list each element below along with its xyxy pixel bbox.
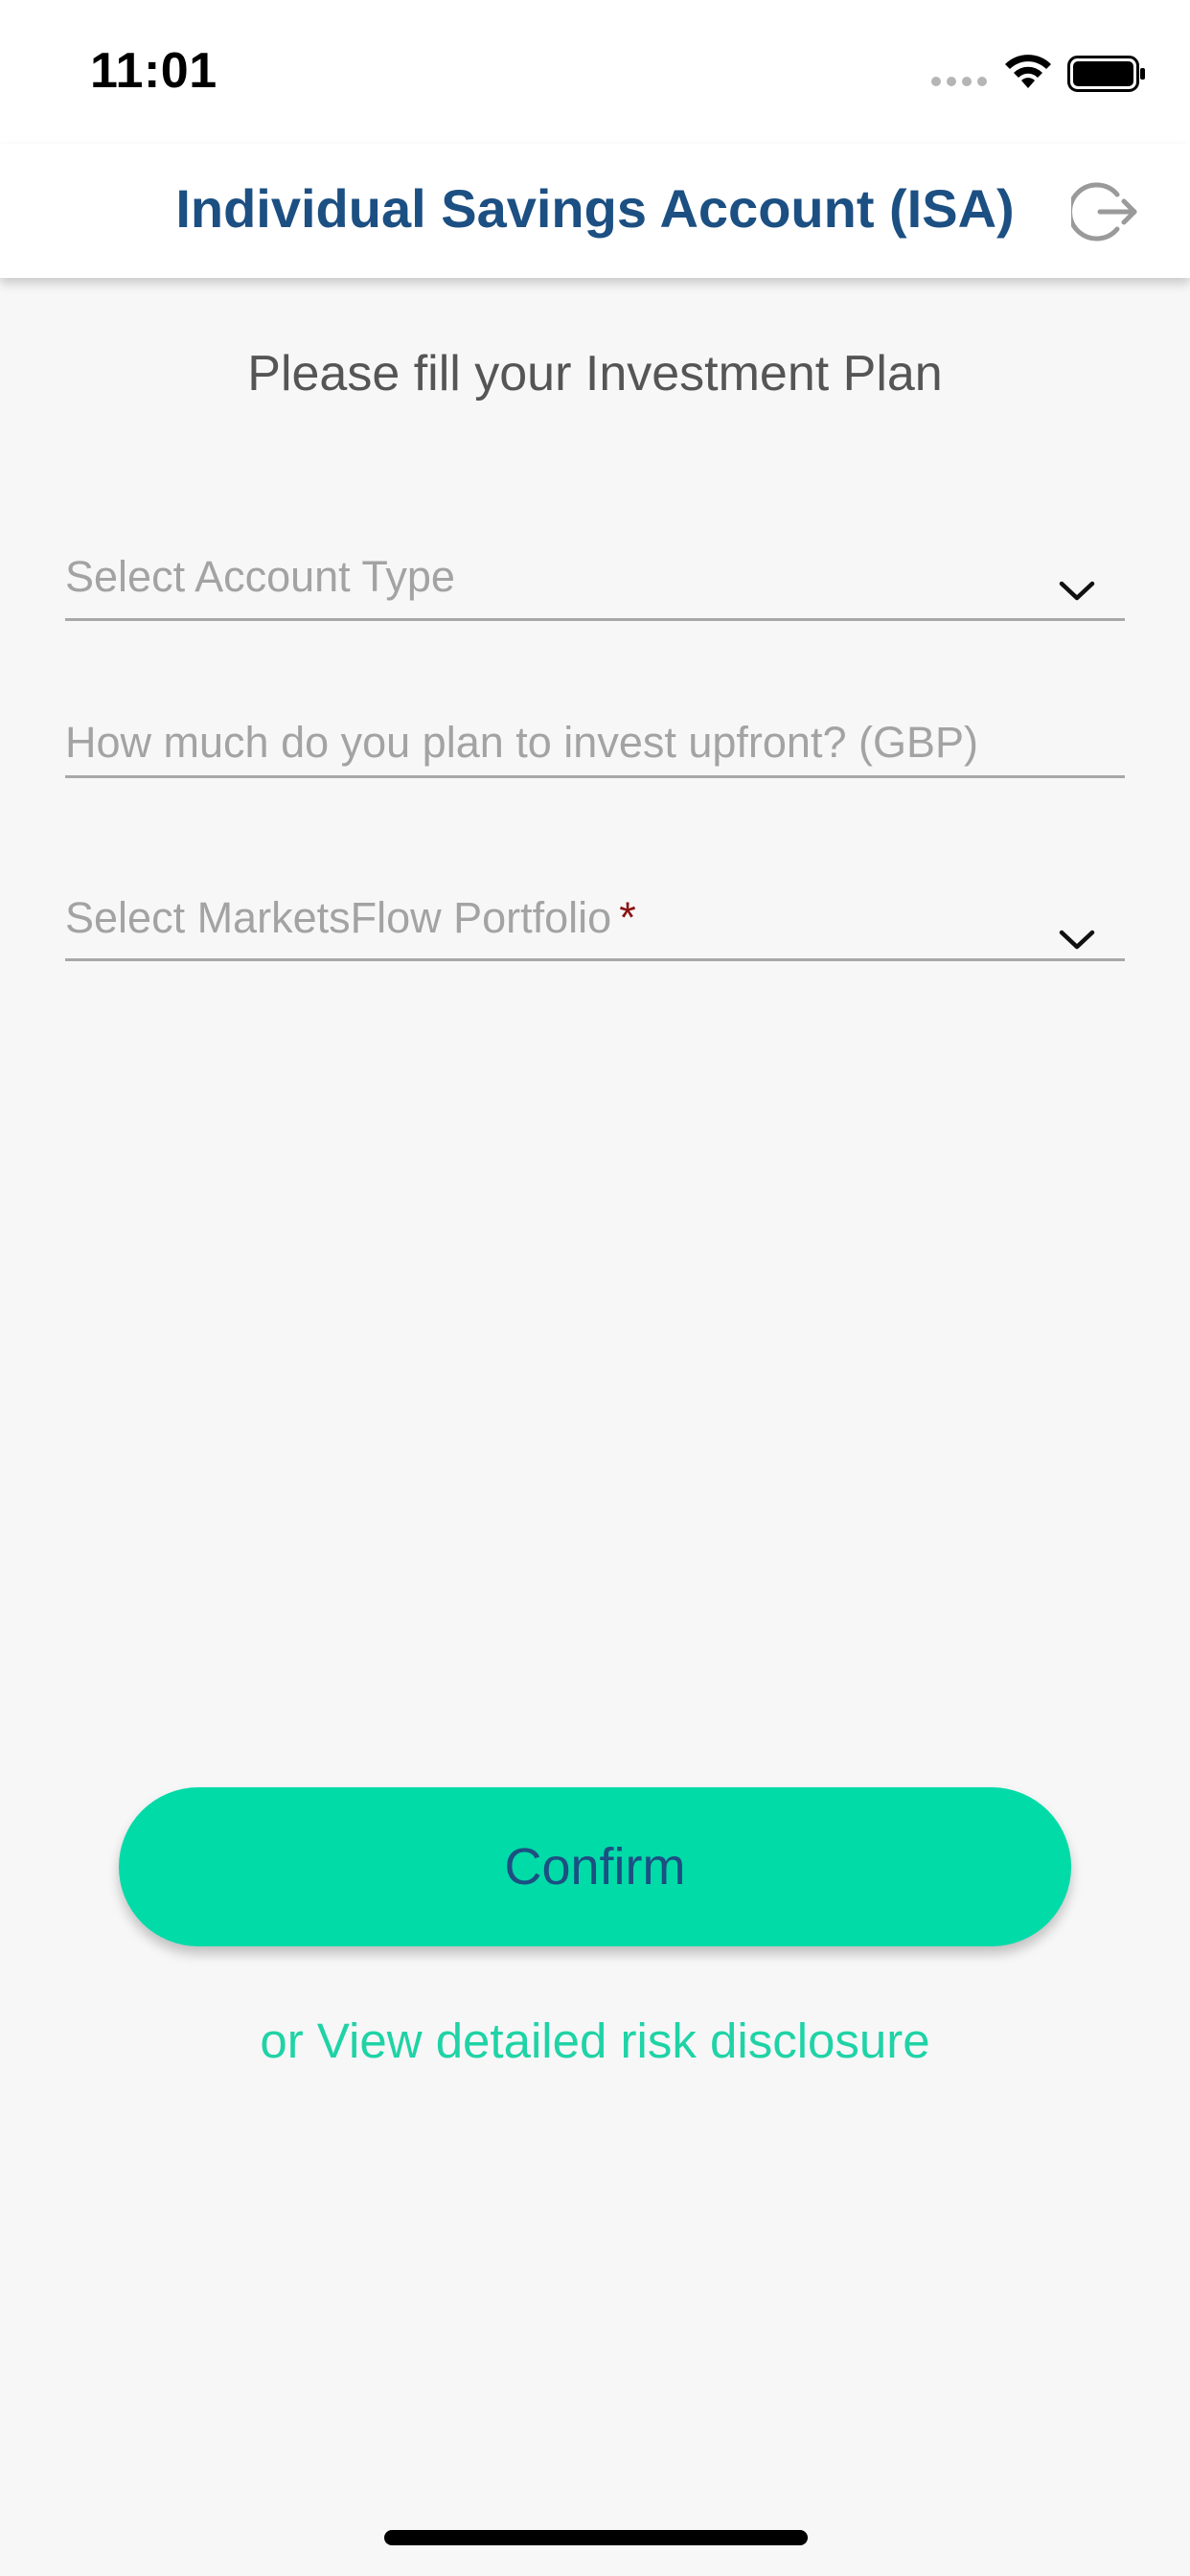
status-bar: 11:01 — [0, 0, 1190, 144]
home-indicator[interactable] — [384, 2530, 808, 2545]
risk-disclosure-link[interactable]: or View detailed risk disclosure — [0, 2012, 1190, 2069]
app-header: Individual Savings Account (ISA) — [0, 144, 1190, 278]
account-type-placeholder: Select Account Type — [65, 552, 455, 601]
required-marker: * — [619, 893, 636, 942]
page-title: Individual Savings Account (ISA) — [175, 178, 1015, 239]
chevron-down-icon — [1059, 930, 1095, 950]
chevron-down-icon — [1059, 581, 1095, 601]
portfolio-placeholder: Select MarketsFlow Portfolio — [65, 893, 612, 942]
form-intro: Please fill your Investment Plan — [247, 346, 943, 402]
account-type-select[interactable]: Select Account Type — [65, 537, 1125, 621]
portfolio-select[interactable]: Select MarketsFlow Portfolio * — [65, 880, 1125, 961]
logout-icon[interactable] — [1071, 177, 1140, 246]
status-time: 11:01 — [90, 43, 217, 99]
battery-icon — [1067, 56, 1145, 92]
wifi-icon — [1005, 55, 1051, 88]
upfront-amount-placeholder: How much do you plan to invest upfront? … — [65, 718, 978, 767]
confirm-button[interactable]: Confirm — [119, 1787, 1071, 1946]
portfolio-placeholder-wrap: Select MarketsFlow Portfolio * — [65, 893, 636, 943]
upfront-amount-field[interactable]: How much do you plan to invest upfront? … — [65, 709, 1125, 778]
cellular-signal-icon — [931, 77, 989, 90]
